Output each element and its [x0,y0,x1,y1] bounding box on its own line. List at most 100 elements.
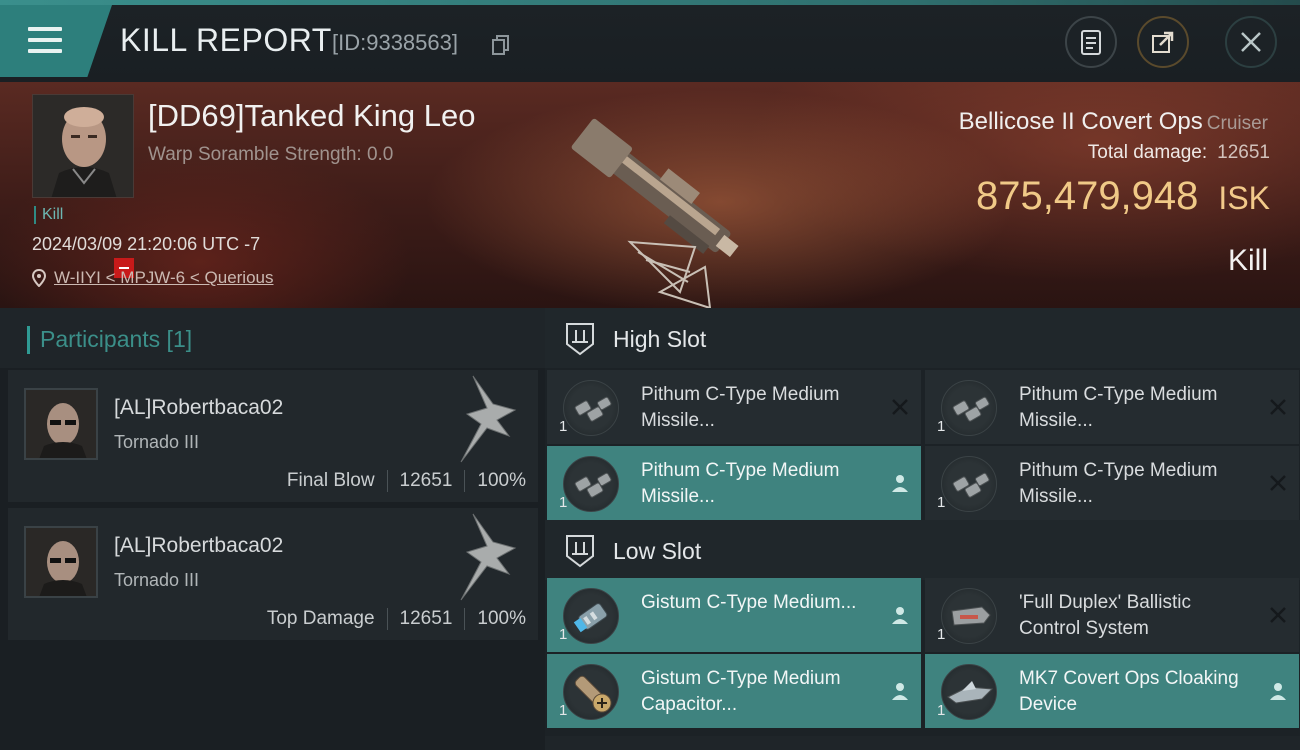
participant-stats: Top Damage 12651 100% [267,608,526,630]
location-link[interactable]: W-IIYI < MPJW-6 < Querious [54,268,274,288]
module-item[interactable]: 1 Gistum C-Type Medium... [547,578,921,652]
low-slot-header: Low Slot [545,520,1300,580]
victim-name[interactable]: [DD69]Tanked King Leo [148,98,475,134]
module-item[interactable]: 1 Pithum C-Type Medium Missile... [547,446,921,520]
divider [464,470,466,492]
clipboard-icon [1081,30,1101,55]
ship-name-text: Bellicose II Covert Ops [958,108,1203,135]
menu-button[interactable] [0,5,112,77]
victim-portrait[interactable] [32,94,134,198]
participant-stats: Final Blow 12651 100% [287,470,526,492]
missile-launcher-icon [563,456,619,512]
capacitor-booster-icon [563,664,619,720]
participant-ship: Tornado III [114,432,200,452]
module-quantity: 1 [937,626,946,643]
divider [386,608,388,630]
location-pin-icon [32,269,46,287]
high-slot-header: High Slot [545,308,1300,368]
missile-launcher-icon [941,380,997,436]
divider [464,608,466,630]
kill-id: [ID:9338563] [332,30,458,55]
victim-ship-image[interactable] [530,82,770,308]
total-damage-label: Total damage: [1087,142,1208,163]
participants-header: Participants [1] [0,308,545,368]
participant-name: [AL]Robertbaca02 [114,396,284,419]
participant-ship: Tornado III [114,570,200,590]
participant-name: [AL]Robertbaca02 [114,534,284,557]
victim-ship-name: Bellicose II Covert Ops Cruiser [959,108,1268,136]
module-name: Gistum C-Type Medium... [641,592,857,613]
copy-icon[interactable] [492,35,510,55]
share-icon [1152,31,1174,53]
isk-amount: 875,479,948 [975,174,1199,218]
module-item[interactable]: 1 MK7 Covert Ops Cloaking Device [925,654,1299,728]
warp-scramble-strength: Warp Soramble Strength: 0.0 [148,144,394,165]
section-marker [27,326,30,354]
participants-title: Participants [1] [40,326,193,352]
destroyed-x-icon [1270,607,1286,623]
module-quantity: 1 [937,494,946,511]
page-title: KILL REPORT [120,22,332,58]
ballistic-control-icon [941,588,997,644]
module-name: Pithum C-Type Medium Missile... [1019,460,1218,507]
participant-portrait[interactable] [24,388,98,460]
close-button[interactable] [1225,16,1277,68]
low-slot-icon [566,535,594,568]
module-item[interactable]: 1 'Full Duplex' Ballistic Control System [925,578,1299,652]
result-label: Kill [1227,244,1268,277]
total-damage: Total damage: 12651 [1088,142,1270,164]
fitting-panel: High Slot 1 Pithum C-Type Medium Missile… [545,308,1300,750]
dropped-person-icon [892,475,908,492]
module-name: Gistum C-Type Medium Capacitor... [641,668,841,715]
participant-card[interactable]: [AL]Robertbaca02 Tornado III Top Damage … [8,508,538,640]
isk-unit: ISK [1218,180,1270,216]
header-bar: KILL REPORT [ID:9338563] [0,0,1300,82]
high-slot-title: High Slot [613,326,707,352]
next-slot-header-peek [545,736,1300,750]
module-name: Pithum C-Type Medium Missile... [641,460,840,507]
victim-banner: [DD69]Tanked King Leo Warp Soramble Stre… [0,82,1300,308]
participant-role: Top Damage [266,608,375,629]
module-quantity: 1 [559,494,568,511]
module-item[interactable]: 1 Gistum C-Type Medium Capacitor... [547,654,921,728]
clipboard-button[interactable] [1065,16,1117,68]
participant-role: Final Blow [286,470,375,491]
participant-percent: 100% [477,608,526,629]
module-quantity: 1 [937,702,946,719]
module-name: MK7 Covert Ops Cloaking Device [1019,668,1239,715]
ship-class: Cruiser [1206,113,1268,134]
destroyed-x-icon [1270,399,1286,415]
participants-panel: Participants [1] [AL]Robertbaca02 Tornad… [0,308,545,750]
module-name: 'Full Duplex' Ballistic Control System [1019,592,1191,639]
close-icon [1241,32,1261,52]
participant-damage: 12651 [399,608,453,629]
cloaking-device-icon [941,664,997,720]
missile-launcher-icon [941,456,997,512]
dropped-person-icon [1270,683,1286,700]
module-quantity: 1 [559,418,568,435]
module-item[interactable]: 1 Pithum C-Type Medium Missile... [925,446,1299,520]
kill-tag: Kill [34,206,63,224]
high-slot-icon [566,323,594,356]
module-name: Pithum C-Type Medium Missile... [641,384,840,431]
participant-portrait[interactable] [24,526,98,598]
participant-ship-image [460,513,517,601]
participant-damage: 12651 [399,470,453,491]
hamburger-icon [28,27,62,55]
capacitor-battery-icon [563,588,619,644]
total-damage-value: 12651 [1217,142,1270,163]
destroyed-x-icon [892,399,908,415]
destroyed-x-icon [1270,475,1286,491]
module-item[interactable]: 1 Pithum C-Type Medium Missile... [925,370,1299,444]
divider [386,470,388,492]
participant-ship-image [460,375,517,463]
missile-launcher-icon [563,380,619,436]
kill-location[interactable]: W-IIYI < MPJW-6 < Querious [32,268,274,288]
kill-timestamp: 2024/03/09 21:20:06 UTC -7 [32,234,261,254]
dropped-person-icon [892,607,908,624]
module-quantity: 1 [559,626,568,643]
share-button[interactable] [1137,16,1189,68]
participant-card[interactable]: [AL]Robertbaca02 Tornado III Final Blow … [8,370,538,502]
module-item[interactable]: 1 Pithum C-Type Medium Missile... [547,370,921,444]
low-slot-title: Low Slot [613,538,702,564]
